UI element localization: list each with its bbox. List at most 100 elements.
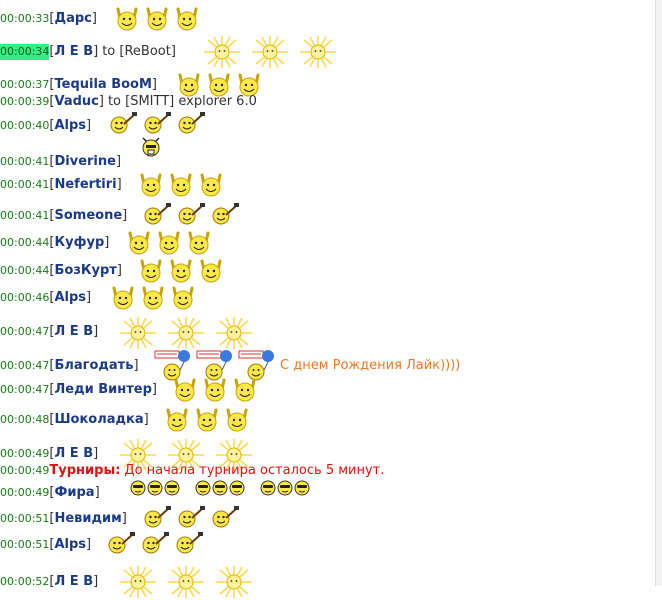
smiley-group — [170, 377, 260, 403]
guitar-smiley-icon — [142, 203, 172, 225]
smiley-group — [142, 203, 240, 225]
bracket-close: ] — [115, 154, 122, 169]
rock-smiley-icon — [136, 258, 166, 284]
rock-smiley-icon — [108, 285, 138, 311]
dude-smiley-icon — [140, 136, 162, 158]
chat-message-row: 00:00:49 Турниры: До начала турнира остало… — [0, 463, 384, 479]
chat-message-row: 00:00:46[Alps] — [0, 285, 194, 311]
user-nick[interactable]: Alps — [54, 290, 86, 306]
sun-face-icon — [164, 480, 180, 496]
sun-face-icon — [260, 480, 276, 496]
scrollbar[interactable] — [655, 0, 662, 586]
rock-smiley-icon — [170, 377, 200, 403]
user-nick[interactable]: Благодать — [54, 358, 133, 374]
user-nick[interactable]: Nefertiri — [54, 177, 116, 193]
chat-message-row: 00:00:44[Куфур] — [0, 230, 210, 256]
rock-smiley-icon — [200, 377, 230, 403]
smiley-group — [142, 506, 240, 528]
user-nick[interactable]: Alps — [54, 537, 86, 553]
sun-face-icon — [195, 480, 211, 496]
glow-smiley-icon — [162, 564, 210, 600]
rock-smiley-icon — [162, 407, 192, 433]
bracket-close: ] — [86, 290, 92, 305]
chat-message-row: 00:00:49[Фира] — [0, 480, 310, 506]
bracket-close: ] — [116, 263, 122, 278]
bracket-close: ] — [93, 44, 99, 59]
rock-smiley-icon — [138, 285, 168, 311]
guitar-smiley-icon — [210, 203, 240, 225]
message-timestamp: 00:00:48 — [0, 413, 50, 426]
rock-smiley-icon — [172, 6, 202, 32]
chat-message-row: 00:00:39[Vaduc] to [SMITT] explorer 6.0 — [0, 94, 257, 110]
bracket-close: ] — [86, 537, 92, 552]
user-nick[interactable]: БозКурт — [54, 263, 116, 279]
rock-smiley-icon — [168, 285, 198, 311]
user-nick[interactable]: Л Е В — [54, 44, 93, 60]
guitar-smiley-icon — [142, 112, 172, 134]
bracket-close: ] — [143, 412, 149, 427]
message-timestamp: 00:00:39 — [0, 95, 50, 108]
user-nick[interactable]: Куфур — [54, 235, 104, 251]
chat-message-row: 00:00:47[Л Е В] — [0, 315, 252, 349]
rock-smiley-icon — [184, 230, 214, 256]
chat-log: 00:00:33[Дарс] 00:00:34[Л Е В] to [ReBoot]… — [0, 0, 656, 598]
message-timestamp: 00:00:33 — [0, 12, 50, 25]
chat-message-row: 00:00:33[Дарс] — [0, 6, 198, 32]
user-nick[interactable]: Фира — [54, 485, 94, 501]
message-timestamp: 00:00:49 — [0, 464, 50, 477]
smiley-group — [162, 407, 252, 433]
rock-smiley-icon — [222, 407, 252, 433]
message-timestamp: 00:00:49 — [0, 447, 50, 460]
smiley-group — [112, 6, 202, 32]
user-nick[interactable]: Tequila BooM — [54, 77, 151, 93]
glow-smiley-icon — [114, 564, 162, 600]
message-timestamp: 00:00:44 — [0, 264, 50, 277]
bracket-close: ] — [94, 485, 100, 500]
rock-smiley-icon — [192, 407, 222, 433]
user-nick[interactable]: Someone — [54, 208, 122, 224]
bracket-close: ] — [151, 382, 157, 397]
smiley-group — [130, 480, 311, 496]
guitar-smiley-icon — [176, 506, 206, 528]
user-nick[interactable]: Diverine — [54, 154, 115, 170]
guitar-smiley-icon — [210, 506, 240, 528]
message-timestamp: 00:00:47 — [0, 359, 50, 372]
user-nick[interactable]: Alps — [54, 118, 86, 134]
message-timestamp: 00:00:40 — [0, 119, 50, 132]
bracket-close: ] — [93, 574, 99, 589]
user-nick[interactable]: Л Е В — [54, 446, 93, 462]
user-nick[interactable]: Дарс — [54, 11, 91, 27]
rock-smiley-icon — [112, 6, 142, 32]
smiley-group — [108, 285, 198, 311]
smiley-group — [140, 136, 162, 158]
chat-message-row: 00:00:51[Невидим] — [0, 506, 239, 532]
bracket-close: ] — [86, 118, 92, 133]
message-timestamp: 00:00:51 — [0, 538, 50, 551]
rock-smiley-icon — [166, 172, 196, 198]
user-nick[interactable]: Леди Винтер — [54, 382, 151, 398]
bracket-close: ] — [116, 177, 122, 192]
chat-message-row: 00:00:41[Nefertiri] — [0, 172, 222, 198]
glow-smiley-icon — [162, 315, 210, 351]
bracket-close: ] — [151, 77, 157, 92]
glow-smiley-icon — [114, 315, 162, 351]
user-nick[interactable]: Vaduc — [54, 94, 98, 110]
user-nick[interactable]: Невидим — [54, 511, 121, 527]
sun-face-icon — [277, 480, 293, 496]
glow-smiley-icon — [294, 34, 342, 70]
user-nick[interactable]: Л Е В — [54, 324, 93, 340]
user-nick[interactable]: Л Е В — [54, 574, 93, 590]
rock-smiley-icon — [154, 230, 184, 256]
guitar-smiley-icon — [176, 203, 206, 225]
chat-message-row: 00:00:34[Л Е В] to [ReBoot] — [0, 34, 336, 70]
sun-face-icon — [212, 480, 228, 496]
guitar-smiley-icon — [140, 532, 170, 554]
chat-message-row: 00:00:52[Л Е В] — [0, 564, 252, 600]
message-recipient: to [SMITT] explorer 6.0 — [107, 94, 257, 109]
bracket-close: ] — [121, 511, 127, 526]
message-timestamp: 00:00:41 — [0, 155, 50, 168]
rock-smiley-icon — [142, 6, 172, 32]
guitar-smiley-icon — [106, 532, 136, 554]
chat-message-row: 00:00:40[Alps] — [0, 112, 205, 140]
user-nick[interactable]: Шоколадка — [54, 412, 143, 428]
